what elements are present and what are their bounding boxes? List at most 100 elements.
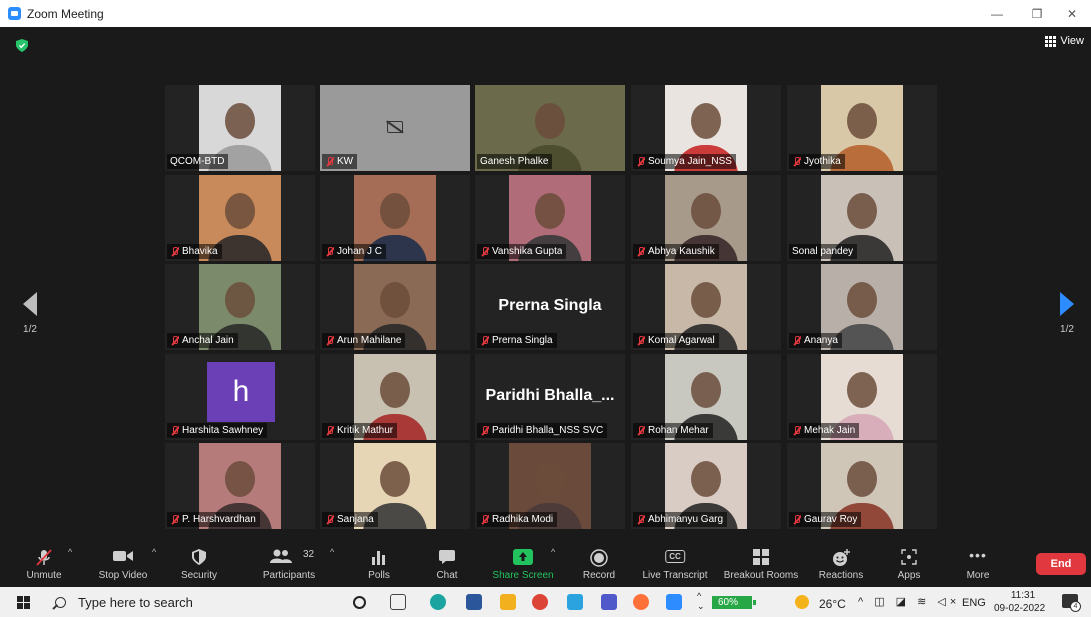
participants-count: 32 [303, 549, 315, 560]
search-icon [55, 596, 66, 608]
participant-head [535, 461, 565, 497]
audio-options-caret-icon[interactable]: ^ [68, 547, 72, 557]
weather-sun-icon[interactable] [795, 595, 809, 609]
participant-tile[interactable]: Ganesh Phalke [475, 85, 625, 171]
clock-date[interactable]: 09-02-2022 [994, 603, 1045, 614]
show-hidden-icons-icon[interactable]: ^ ⌄ [697, 591, 705, 611]
weather-temperature[interactable]: 26°C [819, 597, 846, 611]
microphone-muted-icon [480, 425, 489, 436]
participant-tile[interactable]: P. Harshvardhan [165, 443, 315, 529]
language-indicator[interactable]: ENG [962, 597, 986, 609]
participant-tile[interactable]: Prerna Singla Prerna Singla [475, 264, 625, 350]
record-button[interactable]: Record [580, 545, 618, 585]
participant-head [225, 461, 255, 497]
participant-head [380, 193, 410, 229]
unmute-button[interactable]: Unmute [22, 545, 66, 585]
participant-tile[interactable]: Ananya [787, 264, 937, 350]
participant-tile[interactable]: Abhimanyu Garg [631, 443, 781, 529]
apps-button[interactable]: Apps [892, 545, 926, 585]
clock-time[interactable]: 11:31 [1004, 590, 1042, 601]
security-button[interactable]: Security [176, 545, 222, 585]
participant-head [691, 461, 721, 497]
participant-head [535, 103, 565, 139]
participant-head [847, 282, 877, 318]
breakout-rooms-label: Breakout Rooms [723, 570, 799, 581]
participant-name: Paridhi Bhalla_NSS SVC [492, 425, 604, 436]
close-button[interactable]: ✕ [1053, 0, 1091, 27]
participant-tile[interactable]: Abhya Kaushik [631, 175, 781, 261]
reactions-button[interactable]: Reactions [815, 545, 867, 585]
participant-tile[interactable]: Mehak Jain [787, 354, 937, 440]
participant-tile[interactable]: Gaurav Roy [787, 443, 937, 529]
more-button[interactable]: ••• More [960, 545, 996, 585]
edge-browser-icon[interactable] [430, 594, 446, 610]
microphone-muted-icon [792, 425, 801, 436]
participant-name-tag: Komal Agarwal [633, 333, 719, 348]
chrome-icon[interactable] [532, 594, 548, 610]
participant-tile[interactable]: Kritik Mathur [320, 354, 470, 440]
stop-video-button[interactable]: Stop Video [95, 545, 151, 585]
participant-tile[interactable]: Sonal pandey [787, 175, 937, 261]
participant-head [380, 372, 410, 408]
end-meeting-button[interactable]: End [1036, 553, 1086, 575]
participant-tile[interactable]: KW [320, 85, 470, 171]
breakout-rooms-icon [753, 549, 769, 565]
participant-tile[interactable]: QCOM-BTD [165, 85, 315, 171]
record-label: Record [582, 570, 616, 581]
grid-view-icon [1045, 35, 1057, 47]
participant-tile[interactable]: Rohan Mehar [631, 354, 781, 440]
teams-icon[interactable] [601, 594, 617, 610]
zoom-taskbar-icon[interactable] [666, 594, 682, 610]
participant-tile[interactable]: Sanjana [320, 443, 470, 529]
notifications-icon[interactable]: 4 [1062, 594, 1081, 612]
restore-button[interactable]: ❐ [1018, 0, 1056, 27]
share-options-caret-icon[interactable]: ^ [551, 547, 555, 557]
participant-tile[interactable]: Komal Agarwal [631, 264, 781, 350]
breakout-rooms-button[interactable]: Breakout Rooms [720, 545, 802, 585]
firefox-icon[interactable] [633, 594, 649, 610]
microphone-muted-icon [636, 335, 645, 346]
app-l-icon[interactable] [567, 594, 583, 610]
word-icon[interactable] [466, 594, 482, 610]
microphone-muted-icon [636, 156, 645, 167]
more-dots-icon: ••• [969, 547, 987, 563]
live-transcript-button[interactable]: CC Live Transcript [638, 545, 712, 585]
participant-tile[interactable]: Radhika Modi [475, 443, 625, 529]
minimize-button[interactable]: — [978, 0, 1016, 27]
polls-button[interactable]: Polls [360, 545, 398, 585]
participant-tile[interactable]: Anchal Jain [165, 264, 315, 350]
participant-tile[interactable]: Vanshika Gupta [475, 175, 625, 261]
file-explorer-icon[interactable] [500, 594, 516, 610]
previous-page-button[interactable]: 1/2 [18, 292, 42, 335]
next-page-button[interactable]: 1/2 [1055, 292, 1079, 335]
battery-indicator[interactable]: 60% [712, 596, 756, 609]
participant-tile[interactable]: h Harshita Sawhney [165, 354, 315, 440]
participant-name-tag: Sanjana [322, 512, 378, 527]
microphone-muted-icon [792, 335, 801, 346]
view-button[interactable]: View [1045, 35, 1084, 47]
microphone-muted-icon [325, 156, 334, 167]
participant-tile[interactable]: Paridhi Bhalla_... Paridhi Bhalla_NSS SVC [475, 354, 625, 440]
windows-start-icon[interactable] [17, 596, 30, 609]
chat-button[interactable]: Chat [430, 545, 464, 585]
taskbar-search[interactable] [55, 592, 335, 612]
cortana-icon[interactable] [353, 596, 366, 609]
system-tray-icons[interactable]: ^ ◫ ◪ ≋ ◁× [858, 595, 960, 608]
participants-button[interactable]: 32 Participants [258, 545, 320, 585]
share-screen-button[interactable]: Share Screen [490, 545, 556, 585]
participant-tile[interactable]: Jyothika [787, 85, 937, 171]
microphone-muted-icon [480, 335, 489, 346]
taskbar-search-input[interactable] [78, 594, 318, 610]
participant-name: Soumya Jain_NSS [648, 156, 732, 167]
participant-display-name: Prerna Singla [498, 297, 602, 314]
participant-tile[interactable]: Johan J C [320, 175, 470, 261]
microphone-muted-icon [36, 549, 52, 566]
participants-options-caret-icon[interactable]: ^ [330, 547, 334, 557]
participant-tile[interactable]: Arun Mahilane [320, 264, 470, 350]
video-options-caret-icon[interactable]: ^ [152, 547, 156, 557]
participant-tile[interactable]: Soumya Jain_NSS [631, 85, 781, 171]
encryption-shield-icon[interactable] [16, 39, 28, 52]
participant-tile[interactable]: Bhavika [165, 175, 315, 261]
participants-icon [270, 549, 292, 563]
task-view-icon[interactable] [390, 594, 406, 610]
